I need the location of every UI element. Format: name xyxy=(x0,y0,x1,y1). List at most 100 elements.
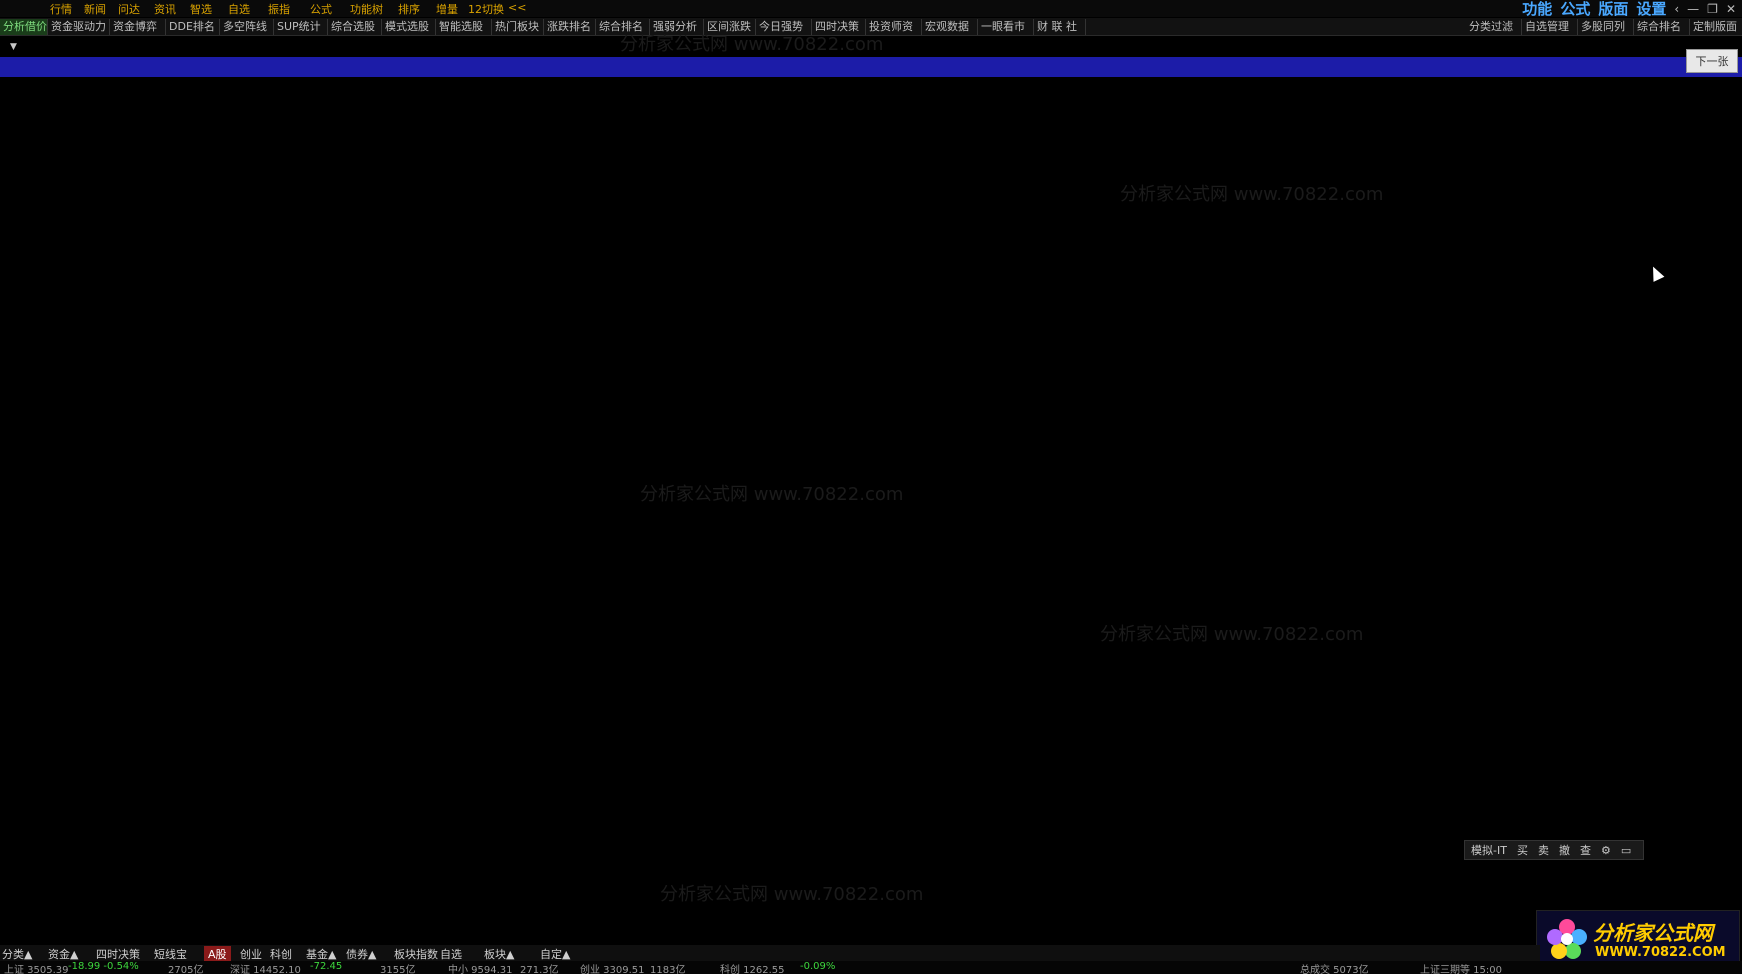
table-row[interactable] xyxy=(0,674,1742,694)
toolbar-tab[interactable]: 多空阵线 xyxy=(220,19,274,35)
table-row[interactable] xyxy=(0,276,1742,296)
trade-query-button[interactable]: 查 xyxy=(1580,842,1591,858)
table-row[interactable] xyxy=(0,216,1742,236)
table-row[interactable] xyxy=(0,793,1742,813)
toolbar-tab[interactable]: 财 联 社 xyxy=(1034,19,1086,35)
bottom-tab[interactable]: 债券▲ xyxy=(346,946,376,962)
toolbar-tab[interactable]: SUP统计 xyxy=(274,19,328,35)
next-page-button[interactable]: 下一张 xyxy=(1686,49,1738,73)
table-row[interactable] xyxy=(0,415,1742,435)
table-row[interactable] xyxy=(0,773,1742,793)
menu-item[interactable]: 振指 xyxy=(268,1,290,17)
menu-item[interactable]: << xyxy=(508,1,526,14)
toolbar-tab[interactable]: 分析借价 xyxy=(0,19,48,35)
toolbar-tab[interactable]: 投资师资 xyxy=(866,19,922,35)
toolbar-tab[interactable]: 资金博弈 xyxy=(110,19,166,35)
table-row[interactable] xyxy=(0,813,1742,833)
table-row[interactable] xyxy=(0,555,1742,575)
table-row[interactable] xyxy=(0,893,1742,913)
bottom-tab[interactable]: 短线宝 xyxy=(154,946,187,962)
table-row[interactable] xyxy=(0,515,1742,535)
table-row[interactable] xyxy=(0,57,1742,77)
bottom-tab[interactable]: 板块▲ xyxy=(484,946,514,962)
toolbar-tab[interactable]: 资金驱动力 xyxy=(48,19,110,35)
table-row[interactable] xyxy=(0,77,1742,97)
menu-item[interactable]: 新闻 xyxy=(84,1,106,17)
menu-right-item[interactable]: 功能 xyxy=(1522,0,1552,19)
toolbar-tab[interactable]: 模式选股 xyxy=(382,19,436,35)
table-row[interactable] xyxy=(0,754,1742,774)
bottom-tab[interactable]: 基金▲ xyxy=(306,946,336,962)
menu-item[interactable]: 排序 xyxy=(398,1,420,17)
toolbar-right-tab[interactable]: 自选管理 xyxy=(1522,19,1578,35)
table-row[interactable] xyxy=(0,296,1742,316)
menu-item[interactable]: 公式 xyxy=(310,1,332,17)
menu-item[interactable]: 智选 xyxy=(190,1,212,17)
trade-account-label[interactable]: 模拟-IT xyxy=(1471,842,1507,858)
close-icon[interactable]: ✕ xyxy=(1726,2,1736,16)
toolbar-right-tab[interactable]: 多股同列 xyxy=(1578,19,1634,35)
toolbar-tab[interactable]: 智能选股 xyxy=(436,19,492,35)
table-row[interactable] xyxy=(0,594,1742,614)
sort-icon[interactable]: ▼ xyxy=(10,42,17,52)
table-row[interactable] xyxy=(0,196,1742,216)
toolbar-right-tab[interactable]: 分类过滤 xyxy=(1466,19,1522,35)
table-row[interactable] xyxy=(0,316,1742,336)
table-row[interactable] xyxy=(0,117,1742,137)
table-row[interactable] xyxy=(0,495,1742,515)
menu-right-item[interactable]: 版面 xyxy=(1598,0,1628,19)
table-row[interactable] xyxy=(0,157,1742,177)
menu-item[interactable]: 功能树 xyxy=(350,1,383,17)
table-row[interactable] xyxy=(0,375,1742,395)
table-row[interactable] xyxy=(0,913,1742,933)
toolbar-right-tab[interactable]: 定制版面 xyxy=(1690,19,1742,35)
table-row[interactable] xyxy=(0,256,1742,276)
toolbar-tab[interactable]: 一眼看市 xyxy=(978,19,1034,35)
table-row[interactable] xyxy=(0,873,1742,893)
toolbar-tab[interactable]: 热门板块 xyxy=(492,19,544,35)
menu-item[interactable]: 资讯 xyxy=(154,1,176,17)
trade-sell-button[interactable]: 卖 xyxy=(1538,842,1549,858)
table-row[interactable] xyxy=(0,336,1742,356)
table-row[interactable] xyxy=(0,475,1742,495)
menu-right-item[interactable]: 公式 xyxy=(1560,0,1590,19)
toolbar-tab[interactable]: DDE排名 xyxy=(166,19,220,35)
table-row[interactable] xyxy=(0,137,1742,157)
bottom-tab[interactable]: 分类▲ xyxy=(2,946,32,962)
toolbar-tab[interactable]: 综合选股 xyxy=(328,19,382,35)
bottom-tab[interactable]: 科创 xyxy=(270,946,292,962)
table-row[interactable] xyxy=(0,734,1742,754)
restore-icon[interactable]: ❐ xyxy=(1707,2,1718,16)
trade-buy-button[interactable]: 买 xyxy=(1517,842,1528,858)
bottom-tab[interactable]: 四时决策 xyxy=(96,946,140,962)
menu-right-item[interactable]: 设置 xyxy=(1636,0,1666,19)
menu-item[interactable]: 行情 xyxy=(50,1,72,17)
table-row[interactable] xyxy=(0,97,1742,117)
toolbar-tab[interactable]: 宏观数据 xyxy=(922,19,978,35)
table-row[interactable] xyxy=(0,654,1742,674)
menu-item[interactable]: 增量 xyxy=(436,1,458,17)
bottom-tab[interactable]: 自定▲ xyxy=(540,946,570,962)
bottom-tab[interactable]: 资金▲ xyxy=(48,946,78,962)
toolbar-tab[interactable]: 强弱分析 xyxy=(650,19,704,35)
window-icon[interactable]: ▭ xyxy=(1621,844,1631,857)
bottom-tab[interactable]: 自选 xyxy=(440,946,462,962)
table-row[interactable] xyxy=(0,395,1742,415)
toolbar-tab[interactable]: 综合排名 xyxy=(596,19,650,35)
menu-item[interactable]: 自选 xyxy=(228,1,250,17)
toolbar-tab[interactable]: 今日强势 xyxy=(756,19,812,35)
table-row[interactable] xyxy=(0,356,1742,376)
table-row[interactable] xyxy=(0,535,1742,555)
bottom-tab[interactable]: A股 xyxy=(204,946,231,962)
table-row[interactable] xyxy=(0,455,1742,475)
toolbar-tab[interactable]: 区间涨跌 xyxy=(704,19,756,35)
toolbar-tab[interactable]: 四时决策 xyxy=(812,19,866,35)
table-row[interactable] xyxy=(0,435,1742,455)
menu-item[interactable]: 12切换 xyxy=(468,1,504,17)
toolbar-tab[interactable]: 涨跌排名 xyxy=(544,19,596,35)
table-row[interactable] xyxy=(0,574,1742,594)
trade-cancel-button[interactable]: 撤 xyxy=(1559,842,1570,858)
table-row[interactable] xyxy=(0,614,1742,634)
table-row[interactable] xyxy=(0,714,1742,734)
settings-icon[interactable]: ⚙ xyxy=(1601,844,1611,857)
